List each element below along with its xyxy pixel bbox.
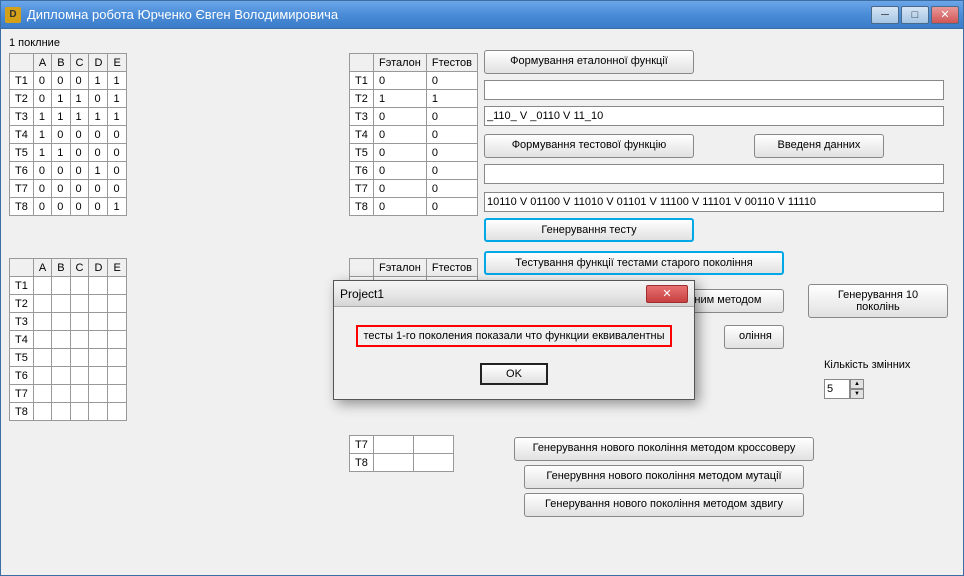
table-row: T800001 [10,198,127,216]
table-row: T100 [350,72,478,90]
form-etalon-button[interactable]: Формування еталонної функції [484,50,694,74]
table-row: T800 [350,198,478,216]
dialog-message: тесты 1-го поколения показали что функци… [356,325,673,347]
message-dialog: Project1 ✕ тесты 1-го поколения показали… [333,280,695,400]
var-count-spinner[interactable]: ▲ ▼ [824,379,864,399]
col-header: Fэталон [374,259,427,277]
close-button[interactable]: ✕ [931,6,959,24]
spinner-up-icon[interactable]: ▲ [850,379,864,389]
table-row: T3 [10,313,127,331]
col-header: Fтестов [426,54,477,72]
col-header: D [89,54,108,72]
dialog-title: Project1 [340,287,646,301]
table-row: T600010 [10,162,127,180]
gen-mutation-button[interactable]: Генерувння нового покоління методом мута… [524,465,804,489]
etalon-input[interactable] [484,80,944,100]
generate-test-button[interactable]: Генерування тесту [484,218,694,242]
gen-shift-button[interactable]: Генерування нового покоління методом здв… [524,493,804,517]
table-row: T700000 [10,180,127,198]
table-row: T600 [350,162,478,180]
col-header: E [108,259,126,277]
minimize-button[interactable]: ─ [871,6,899,24]
table-row: T410000 [10,126,127,144]
dialog-titlebar: Project1 ✕ [334,281,694,307]
col-header: C [70,259,89,277]
table-row: T511000 [10,144,127,162]
col-header [10,259,34,277]
table-row: T7 [10,385,127,403]
gen-crossover-button[interactable]: Генерування нового покоління методом кро… [514,437,814,461]
maximize-button[interactable]: □ [901,6,929,24]
app-icon: D [5,7,21,23]
col-header: Fтестов [426,259,477,277]
input-grid-2[interactable]: A B C D E T1 T2 T3 T4 T5 T6 T7 T8 [9,258,127,421]
table-row: T4 [10,331,127,349]
table-row: T201101 [10,90,127,108]
table-row: T100011 [10,72,127,90]
spinner-down-icon[interactable]: ▼ [850,389,864,399]
table-row: T400 [350,126,478,144]
col-header: A [33,54,51,72]
col-header: B [52,54,70,72]
window-title: Дипломна робота Юрченко Євген Володимиро… [27,7,871,22]
table-row: T2 [10,295,127,313]
col-header: D [89,259,108,277]
spinner-value[interactable] [824,379,850,399]
table-row: T5 [10,349,127,367]
col-header: E [108,54,126,72]
gen-10-button[interactable]: Генерування 10 поколінь [808,284,948,318]
test-input-2[interactable] [484,164,944,184]
result-grid-2b[interactable]: T7 T8 [349,435,454,472]
gen-result-input[interactable] [484,192,944,212]
table-row: T8 [350,454,454,472]
col-header [10,54,34,72]
test-old-gen-button[interactable]: Тестування функції тестами старого покол… [484,251,784,275]
table-row: T6 [10,367,127,385]
table-row: T1 [10,277,127,295]
table-row: T700 [350,180,478,198]
dialog-close-button[interactable]: ✕ [646,285,688,303]
dialog-ok-button[interactable]: OK [480,363,548,385]
col-header [350,54,374,72]
col-header: A [33,259,51,277]
result-grid-1[interactable]: Fэталон Fтестов T100 T211 T300 T400 T500… [349,53,478,216]
table-row: T211 [350,90,478,108]
col-header [350,259,374,277]
table-row: T500 [350,144,478,162]
enter-data-button[interactable]: Введеня данних [754,134,884,158]
test-formula-input[interactable] [484,106,944,126]
hidden-button[interactable]: оління [724,325,784,349]
var-count-label: Кількість змінних [824,359,910,371]
col-header: C [70,54,89,72]
col-header: Fэталон [374,54,427,72]
table-row: T300 [350,108,478,126]
table-row: T7 [350,436,454,454]
titlebar: D Дипломна робота Юрченко Євген Володими… [1,1,963,29]
table-row: T311111 [10,108,127,126]
col-header: B [52,259,70,277]
input-grid-1[interactable]: A B C D E T100011 T201101 T311111 T41000… [9,53,127,216]
form-test-button[interactable]: Формування тестової функцію [484,134,694,158]
table-row: T8 [10,403,127,421]
